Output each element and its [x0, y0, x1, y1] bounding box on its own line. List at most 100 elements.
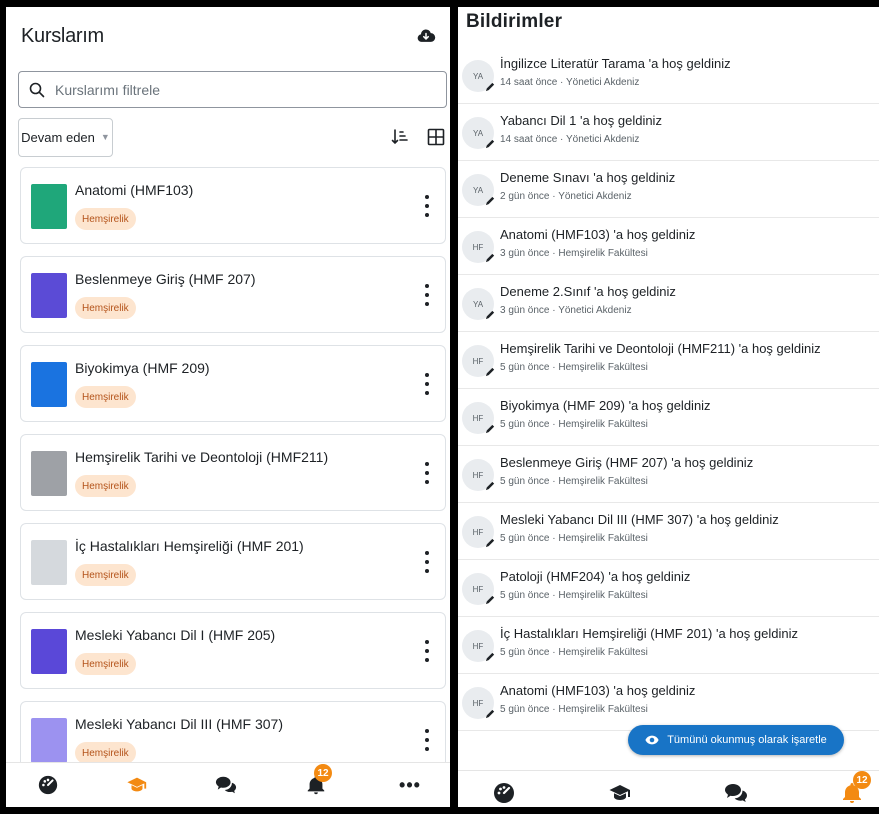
notification-item[interactable]: HF Mesleki Yabancı Dil III (HMF 307) 'a … — [458, 503, 879, 560]
notification-title: İngilizce Literatür Tarama 'a hoş geldin… — [500, 56, 731, 71]
notification-meta: 5 gün önce · Hemşirelik Fakültesi — [500, 419, 648, 430]
course-category-badge: Hemşirelik — [75, 386, 136, 408]
pencil-icon — [485, 367, 495, 377]
course-category-badge: Hemşirelik — [75, 297, 136, 319]
notification-title: Deneme Sınavı 'a hoş geldiniz — [500, 170, 676, 185]
nav-notifications[interactable]: 12 — [304, 764, 332, 797]
notifications-panel: Bildirimler YA İngilizce Literatür Taram… — [458, 7, 879, 807]
notification-title: Anatomi (HMF103) 'a hoş geldiniz — [500, 227, 696, 242]
nav-messages[interactable] — [723, 780, 749, 806]
dashboard-icon — [494, 783, 514, 803]
notification-meta: 5 gün önce · Hemşirelik Fakültesi — [500, 647, 648, 658]
notification-meta: 3 gün önce · Hemşirelik Fakültesi — [500, 248, 648, 259]
course-card[interactable]: Biyokimya (HMF 209) Hemşirelik — [20, 345, 446, 422]
search-input[interactable] — [55, 81, 425, 98]
notification-meta: 2 gün önce · Yönetici Akdeniz — [500, 191, 632, 202]
notification-meta: 14 saat önce · Yönetici Akdeniz — [500, 77, 640, 88]
chat-bubbles-icon — [215, 776, 237, 794]
notification-title: İç Hastalıkları Hemşireliği (HMF 201) 'a… — [500, 626, 798, 641]
course-card[interactable]: Mesleki Yabancı Dil I (HMF 205) Hemşirel… — [20, 612, 446, 689]
notification-meta: 5 gün önce · Hemşirelik Fakültesi — [500, 362, 648, 373]
status-filter-dropdown[interactable]: Devam eden ▼ — [18, 117, 113, 157]
status-filter-label: Devam eden — [21, 129, 95, 145]
nav-dashboard[interactable] — [36, 773, 60, 797]
pencil-icon — [485, 538, 495, 548]
notification-item[interactable]: HF Anatomi (HMF103) 'a hoş geldiniz 3 gü… — [458, 218, 879, 275]
course-card[interactable]: Beslenmeye Giriş (HMF 207) Hemşirelik — [20, 256, 446, 333]
notification-title: Mesleki Yabancı Dil III (HMF 307) 'a hoş… — [500, 512, 779, 527]
course-name[interactable]: Mesleki Yabancı Dil III (HMF 307) — [75, 716, 283, 732]
nav-notifications[interactable]: 12 — [839, 771, 871, 806]
view-controls — [391, 128, 445, 146]
notification-item[interactable]: HF Hemşirelik Tarihi ve Deontoloji (HMF2… — [458, 332, 879, 389]
grid-view-icon[interactable] — [427, 128, 445, 146]
course-name[interactable]: Biyokimya (HMF 209) — [75, 360, 210, 376]
course-category-badge: Hemşirelik — [75, 742, 136, 764]
more-vertical-icon[interactable] — [423, 284, 431, 306]
nav-messages[interactable] — [214, 773, 238, 797]
nav-my-courses[interactable] — [607, 780, 633, 806]
notification-item[interactable]: HF Beslenmeye Giriş (HMF 207) 'a hoş gel… — [458, 446, 879, 503]
pencil-icon — [485, 481, 495, 491]
pencil-icon — [485, 253, 495, 263]
dashboard-icon — [38, 775, 58, 795]
notification-item[interactable]: HF İç Hastalıkları Hemşireliği (HMF 201)… — [458, 617, 879, 674]
course-category-badge: Hemşirelik — [75, 653, 136, 675]
nav-my-courses[interactable] — [125, 773, 149, 797]
more-vertical-icon[interactable] — [423, 640, 431, 662]
pencil-icon — [485, 82, 495, 92]
bottom-navigation: 12 — [458, 770, 879, 807]
course-card[interactable]: İç Hastalıkları Hemşireliği (HMF 201) He… — [20, 523, 446, 600]
more-vertical-icon[interactable] — [423, 373, 431, 395]
notification-item[interactable]: YA İngilizce Literatür Tarama 'a hoş gel… — [458, 47, 879, 104]
notification-meta: 14 saat önce · Yönetici Akdeniz — [500, 134, 640, 145]
course-image — [31, 629, 67, 674]
notification-item[interactable]: YA Deneme 2.Sınıf 'a hoş geldiniz 3 gün … — [458, 275, 879, 332]
course-name[interactable]: Hemşirelik Tarihi ve Deontoloji (HMF211) — [75, 449, 328, 465]
more-vertical-icon[interactable] — [423, 729, 431, 751]
more-vertical-icon[interactable] — [423, 195, 431, 217]
notification-item[interactable]: HF Anatomi (HMF103) 'a hoş geldiniz 5 gü… — [458, 674, 879, 731]
cloud-download-icon[interactable] — [416, 26, 436, 46]
chat-bubbles-icon — [725, 784, 747, 802]
course-search-field[interactable] — [18, 71, 447, 108]
notification-meta: 5 gün önce · Hemşirelik Fakültesi — [500, 476, 648, 487]
notification-count-badge: 12 — [314, 764, 332, 782]
pencil-icon — [485, 595, 495, 605]
notification-title: Yabancı Dil 1 'a hoş geldiniz — [500, 113, 662, 128]
notification-meta: 5 gün önce · Hemşirelik Fakültesi — [500, 533, 648, 544]
courses-header: Kurslarım — [6, 7, 450, 65]
nav-dashboard[interactable] — [491, 780, 517, 806]
notification-title: Patoloji (HMF204) 'a hoş geldiniz — [500, 569, 691, 584]
bottom-navigation: 12 ••• — [6, 762, 450, 807]
mark-all-read-button[interactable]: Tümünü okunmuş olarak işaretle — [628, 725, 844, 755]
sort-icon[interactable] — [391, 128, 409, 146]
course-image — [31, 184, 67, 229]
more-vertical-icon[interactable] — [423, 551, 431, 573]
notification-item[interactable]: YA Yabancı Dil 1 'a hoş geldiniz 14 saat… — [458, 104, 879, 161]
course-category-badge: Hemşirelik — [75, 208, 136, 230]
courses-panel: Kurslarım Devam eden ▼ — [6, 7, 450, 807]
search-icon — [29, 82, 45, 97]
course-image — [31, 540, 67, 585]
course-card[interactable]: Hemşirelik Tarihi ve Deontoloji (HMF211)… — [20, 434, 446, 511]
notification-meta: 5 gün önce · Hemşirelik Fakültesi — [500, 590, 648, 601]
course-name[interactable]: İç Hastalıkları Hemşireliği (HMF 201) — [75, 538, 304, 554]
notification-item[interactable]: YA Deneme Sınavı 'a hoş geldiniz 2 gün ö… — [458, 161, 879, 218]
notification-item[interactable]: HF Biyokimya (HMF 209) 'a hoş geldiniz 5… — [458, 389, 879, 446]
course-image — [31, 273, 67, 318]
course-name[interactable]: Anatomi (HMF103) — [75, 182, 193, 198]
nav-more[interactable]: ••• — [398, 773, 422, 797]
course-name[interactable]: Mesleki Yabancı Dil I (HMF 205) — [75, 627, 275, 643]
pencil-icon — [485, 139, 495, 149]
eye-icon — [645, 735, 659, 745]
notification-title: Beslenmeye Giriş (HMF 207) 'a hoş geldin… — [500, 455, 754, 470]
course-name[interactable]: Beslenmeye Giriş (HMF 207) — [75, 271, 256, 287]
pencil-icon — [485, 652, 495, 662]
notification-title: Hemşirelik Tarihi ve Deontoloji (HMF211)… — [500, 341, 821, 356]
course-card[interactable]: Anatomi (HMF103) Hemşirelik — [20, 167, 446, 244]
more-vertical-icon[interactable] — [423, 462, 431, 484]
notification-title: Deneme 2.Sınıf 'a hoş geldiniz — [500, 284, 676, 299]
notifications-title: Bildirimler — [466, 11, 563, 32]
notification-item[interactable]: HF Patoloji (HMF204) 'a hoş geldiniz 5 g… — [458, 560, 879, 617]
